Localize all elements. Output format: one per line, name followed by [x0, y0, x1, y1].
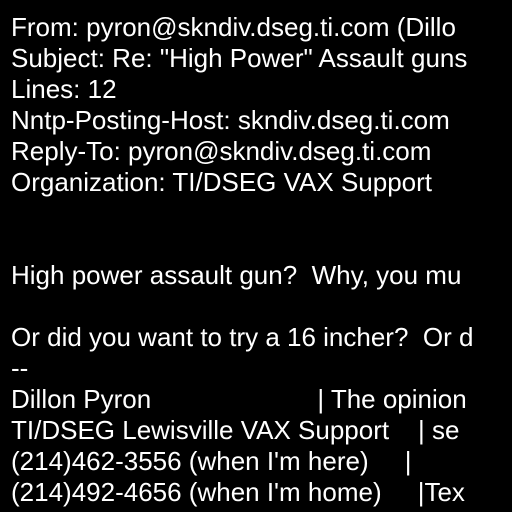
signature-line-2: TI/DSEG Lewisville VAX Support | se — [11, 415, 460, 445]
reply-to-header: Reply-To: pyron@skndiv.dseg.ti.com — [11, 136, 432, 166]
organization-header: Organization: TI/DSEG VAX Support — [11, 167, 433, 197]
body-line-1: High power assault gun? Why, you mu — [11, 260, 462, 290]
lines-header: Lines: 12 — [11, 74, 117, 104]
from-header: From: pyron@skndiv.dseg.ti.com (Dillo — [11, 12, 456, 42]
subject-header: Subject: Re: "High Power" Assault guns — [11, 43, 468, 73]
nntp-posting-host-header: Nntp-Posting-Host: skndiv.dseg.ti.com — [11, 105, 450, 135]
signature-line-1: Dillon Pyron | The opinion — [11, 384, 467, 414]
signature-line-4: (214)492-4656 (when I'm home) |Tex — [11, 477, 465, 507]
message-view: From: pyron@skndiv.dseg.ti.com (Dillo Su… — [0, 0, 512, 512]
body-line-2: Or did you want to try a 16 incher? Or d — [11, 322, 474, 352]
signature-separator: -- — [11, 353, 29, 383]
signature-line-3: (214)462-3556 (when I'm here) | — [11, 446, 412, 476]
